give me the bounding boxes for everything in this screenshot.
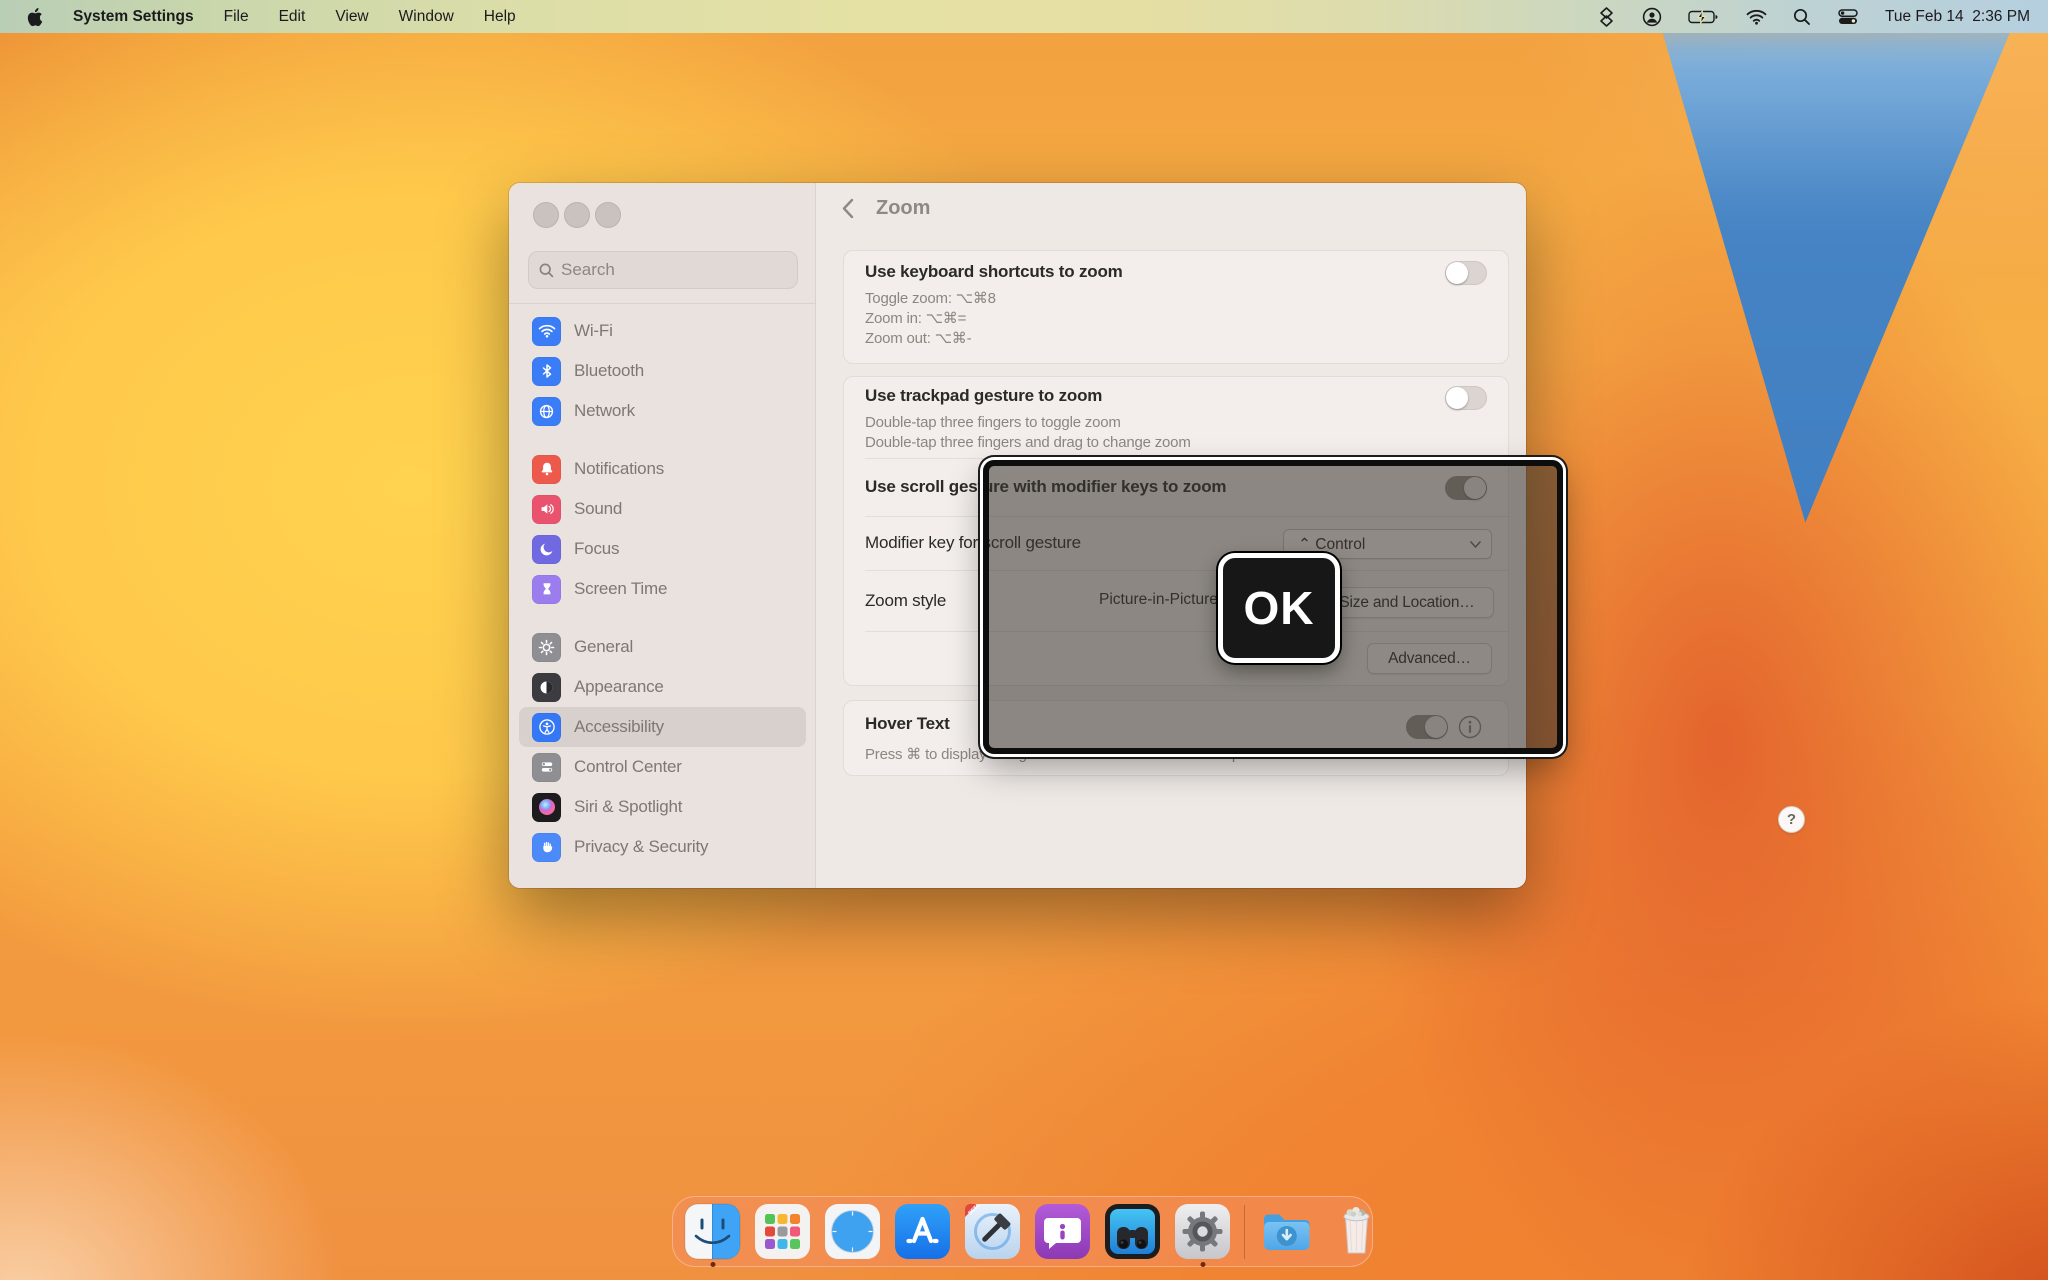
ok-label: OK [1244,581,1315,635]
sidebar-item-control-center[interactable]: Control Center [519,747,806,787]
sidebar-item-general[interactable]: General [519,627,806,667]
sidebar-item-label: Notifications [574,459,664,479]
dock-feedback-assistant-icon[interactable] [1034,1203,1091,1260]
hourglass-icon [532,575,561,604]
speaker-icon [532,495,561,524]
sidebar-item-screen-time[interactable]: Screen Time [519,569,806,609]
spotlight-search-icon[interactable] [1793,8,1811,26]
sidebar-item-label: Network [574,401,635,421]
dock-system-settings-icon[interactable] [1174,1203,1231,1260]
help-button[interactable]: ? [1778,806,1805,833]
menubar-app-name[interactable]: System Settings [73,8,194,26]
sidebar-item-label: Control Center [574,757,682,777]
dock-xcode-beta-icon[interactable]: BETA [964,1203,1021,1260]
sidebar-item-notifications[interactable]: Notifications [519,449,806,489]
dock: BETA [672,1196,1373,1267]
sidebar-item-label: General [574,637,633,657]
dock-screen-sharing-icon[interactable] [1104,1203,1161,1260]
hand-icon [532,833,561,862]
sidebar-item-label: Siri & Spotlight [574,797,682,817]
control-center-icon [532,753,561,782]
sidebar-item-label: Appearance [574,677,664,697]
accessibility-icon [532,713,561,742]
sidebar-item-sound[interactable]: Sound [519,489,806,529]
menu-bar: System Settings File Edit View Window He… [0,0,2048,33]
menu-file[interactable]: File [224,8,249,26]
shortcut-toggle-zoom: Toggle zoom: ⌥⌘8 [865,289,996,309]
wallpaper-blue-wedge [1575,18,2048,598]
user-account-icon[interactable] [1642,7,1662,27]
bluetooth-icon [532,357,561,386]
sidebar-item-accessibility[interactable]: Accessibility [519,707,806,747]
sidebar-item-label: Bluetooth [574,361,644,381]
dock-divider [1244,1205,1245,1259]
dock-finder-icon[interactable] [684,1203,741,1260]
zoom-ok-indicator: OK [1218,553,1340,663]
dock-launchpad-icon[interactable] [754,1203,811,1260]
wifi-icon[interactable] [1746,9,1767,25]
control-center-icon[interactable] [1837,9,1859,25]
sidebar-item-label: Privacy & Security [574,837,708,857]
gear-icon [532,633,561,662]
sidebar-separator [509,303,816,304]
close-button[interactable] [533,202,559,228]
traffic-lights [533,202,621,228]
content-header: Zoom [842,197,930,220]
moon-icon [532,535,561,564]
sidebar-item-bluetooth[interactable]: Bluetooth [519,351,806,391]
hover-text-title: Hover Text [865,714,950,734]
sidebar-item-network[interactable]: Network [519,391,806,431]
menu-window[interactable]: Window [399,8,454,26]
dock-safari-icon[interactable] [824,1203,881,1260]
apple-logo-icon[interactable] [26,7,43,27]
dock-app-store-icon[interactable] [894,1203,951,1260]
sidebar: Wi-Fi Bluetooth Network Notifications So… [509,183,816,888]
trackpad-gesture-toggle[interactable] [1445,386,1487,410]
trackpad-gesture-line2: Double-tap three fingers and drag to cha… [865,433,1191,453]
appearance-icon [532,673,561,702]
minimize-button[interactable] [564,202,590,228]
back-chevron-icon[interactable] [842,198,854,219]
sidebar-item-label: Focus [574,539,619,559]
sidebar-item-label: Accessibility [574,717,664,737]
menu-help[interactable]: Help [484,8,516,26]
sidebar-item-privacy[interactable]: Privacy & Security [519,827,806,867]
dock-trash-icon[interactable] [1328,1203,1385,1260]
shortcut-zoom-out: Zoom out: ⌥⌘- [865,329,971,349]
search-icon [539,263,554,278]
sidebar-search[interactable] [528,251,798,289]
trackpad-gesture-title: Use trackpad gesture to zoom [865,386,1102,406]
search-input[interactable] [561,260,771,280]
wifi-icon [532,317,561,346]
dock-downloads-folder-icon[interactable] [1258,1203,1315,1260]
sidebar-item-wifi[interactable]: Wi-Fi [519,311,806,351]
trackpad-gesture-row: Use trackpad gesture to zoom Double-tap … [844,377,1508,459]
sidebar-item-appearance[interactable]: Appearance [519,667,806,707]
keyboard-shortcuts-title: Use keyboard shortcuts to zoom [865,262,1123,282]
sidebar-item-label: Wi-Fi [574,321,613,341]
page-title: Zoom [876,197,930,220]
battery-charging-icon[interactable] [1688,9,1720,25]
sidebar-item-label: Screen Time [574,579,667,599]
trackpad-gesture-line1: Double-tap three fingers to toggle zoom [865,413,1121,433]
siri-icon [532,793,561,822]
sidebar-nav: Wi-Fi Bluetooth Network Notifications So… [519,311,806,867]
keyboard-shortcuts-card: Use keyboard shortcuts to zoom Toggle zo… [843,250,1509,364]
globe-icon [532,397,561,426]
zoom-style-label: Zoom style [865,591,946,611]
stacked-diamonds-icon[interactable] [1597,6,1616,28]
sidebar-item-siri[interactable]: Siri & Spotlight [519,787,806,827]
menu-edit[interactable]: Edit [279,8,306,26]
sidebar-item-focus[interactable]: Focus [519,529,806,569]
shortcut-zoom-in: Zoom in: ⌥⌘= [865,309,966,329]
sidebar-item-label: Sound [574,499,622,519]
menubar-clock[interactable]: Tue Feb 14 2:36 PM [1885,8,2030,26]
bell-icon [532,455,561,484]
menu-view[interactable]: View [335,8,368,26]
keyboard-shortcuts-toggle[interactable] [1445,261,1487,285]
zoom-button[interactable] [595,202,621,228]
